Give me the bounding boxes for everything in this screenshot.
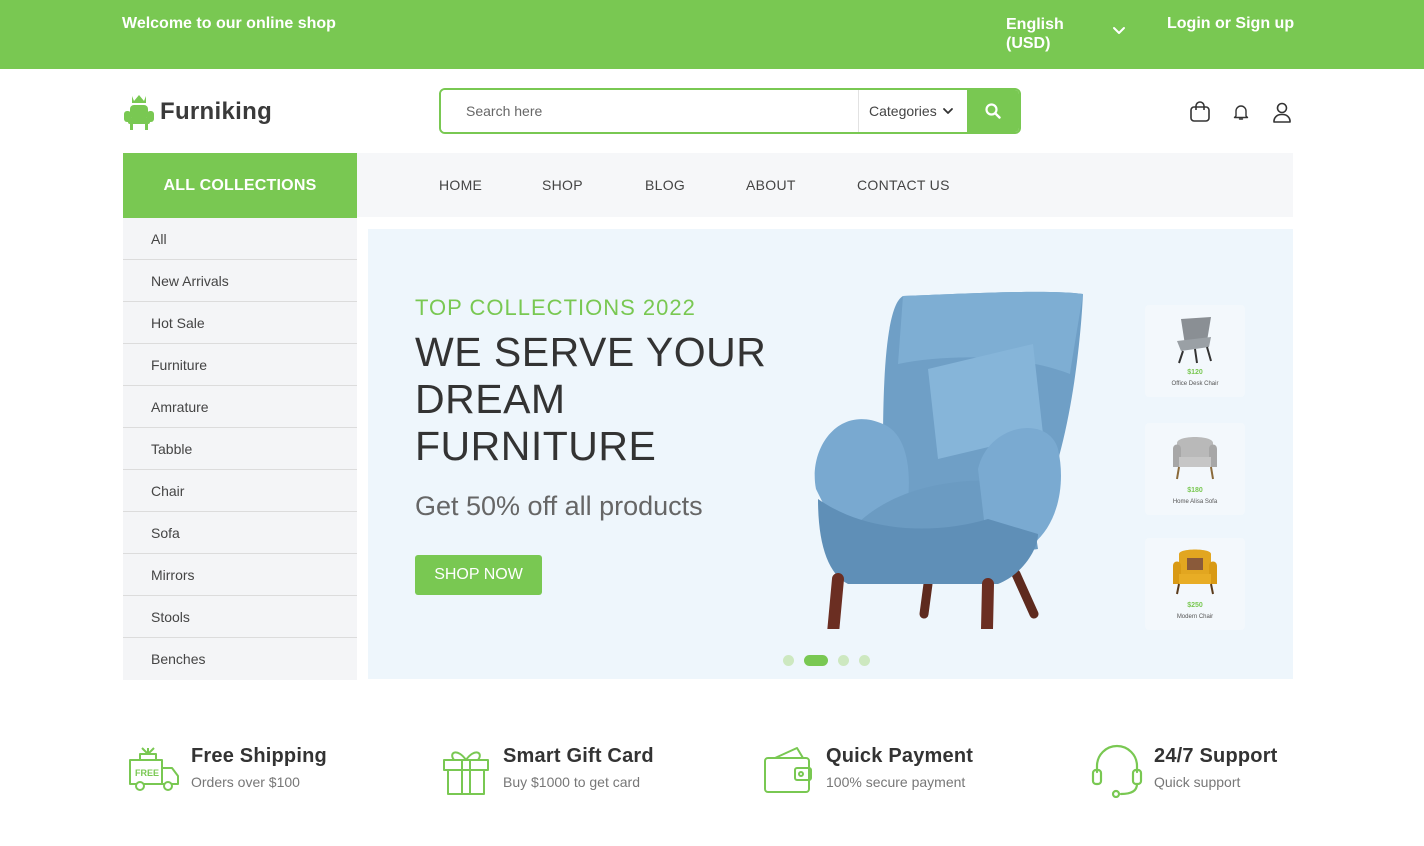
account-button[interactable]: [1268, 98, 1296, 126]
search-button[interactable]: [967, 90, 1019, 132]
product-thumb-modern-chair[interactable]: $250 Modern Chair: [1145, 538, 1245, 630]
feature-24-7-support: 24/7 Support Quick support: [1089, 742, 1278, 798]
product-name: Modern Chair: [1176, 614, 1214, 620]
sidebar-item-new-arrivals[interactable]: New Arrivals: [123, 260, 357, 302]
sidebar-item-all[interactable]: All: [123, 218, 357, 260]
sidebar-item-hot-sale[interactable]: Hot Sale: [123, 302, 357, 344]
notifications-button[interactable]: [1227, 98, 1255, 126]
blue-armchair-image: [814, 291, 1083, 629]
nav-about[interactable]: ABOUT: [746, 177, 796, 193]
collections-sidebar: ALL COLLECTIONS All New Arrivals Hot Sal…: [123, 153, 357, 680]
nav-home[interactable]: HOME: [439, 177, 482, 193]
language-currency-selector[interactable]: English (USD): [1006, 15, 1096, 53]
gift-box-icon: [443, 751, 489, 795]
header-actions: [1186, 98, 1296, 126]
nav-contact-us[interactable]: CONTACT US: [857, 177, 950, 193]
bell-icon: [1233, 105, 1249, 120]
grey-lounge-chair-image: [1177, 317, 1212, 364]
hero-title: WE SERVE YOUR DREAM FURNITURE: [415, 329, 767, 469]
sidebar-item-furniture[interactable]: Furniture: [123, 344, 357, 386]
free-delivery-truck-icon: FREE: [129, 747, 179, 791]
feature-subtitle: Orders over $100: [191, 774, 300, 790]
nav-blog[interactable]: BLOG: [645, 177, 685, 193]
feature-free-shipping: FREE Free Shipping Orders over $100: [126, 742, 327, 798]
slider-pagination: [783, 655, 880, 666]
hero-tagline: TOP COLLECTIONS 2022: [415, 295, 696, 320]
search-input[interactable]: [441, 90, 858, 132]
search-bar: Categories: [439, 88, 1021, 134]
sidebar-item-tabble[interactable]: Tabble: [123, 428, 357, 470]
product-name: Home Alisa Sofa: [1172, 499, 1218, 505]
shop-now-button[interactable]: SHOP NOW: [415, 555, 542, 595]
chevron-down-icon: [942, 108, 953, 114]
armchair-crown-logo-icon: [124, 95, 154, 130]
product-name: Office Desk Chair: [1171, 381, 1219, 387]
feature-subtitle: 100% secure payment: [826, 774, 966, 790]
slide-dot-2[interactable]: [804, 655, 828, 666]
collections-list: All New Arrivals Hot Sale Furniture Amra…: [123, 218, 357, 680]
product-thumb-office-desk-chair[interactable]: $120 Office Desk Chair: [1145, 305, 1245, 397]
categories-label: Categories: [869, 103, 937, 119]
brand-name: Furniking: [160, 98, 273, 125]
sidebar-item-sofa[interactable]: Sofa: [123, 512, 357, 554]
search-icon: [985, 103, 1001, 119]
sidebar-item-stools[interactable]: Stools: [123, 596, 357, 638]
product-price: $120: [1187, 369, 1203, 376]
svg-text:FREE: FREE: [135, 768, 159, 778]
product-thumb-home-alisa-sofa[interactable]: $180 Home Alisa Sofa: [1145, 423, 1245, 515]
top-bar: Welcome to our online shop English (USD)…: [0, 0, 1424, 69]
brand-logo[interactable]: Furniking: [122, 92, 272, 132]
shopping-bag-icon: [1190, 101, 1210, 122]
grey-armchair-image: [1173, 437, 1217, 480]
slide-dot-4[interactable]: [859, 655, 870, 666]
sidebar-item-amrature[interactable]: Amrature: [123, 386, 357, 428]
hero-subtitle: Get 50% off all products: [415, 491, 703, 521]
categories-dropdown[interactable]: Categories: [858, 90, 967, 132]
nav-shop[interactable]: SHOP: [542, 177, 583, 193]
yellow-armchair-image: [1173, 549, 1217, 595]
feature-subtitle: Buy $1000 to get card: [503, 774, 640, 790]
sidebar-item-benches[interactable]: Benches: [123, 638, 357, 680]
sidebar-item-mirrors[interactable]: Mirrors: [123, 554, 357, 596]
sidebar-item-chair[interactable]: Chair: [123, 470, 357, 512]
cart-button[interactable]: [1186, 98, 1214, 126]
headset-support-icon: [1091, 744, 1143, 798]
chevron-down-icon[interactable]: [1110, 22, 1128, 40]
product-price: $250: [1187, 602, 1203, 609]
feature-title: Quick Payment: [826, 745, 974, 767]
product-price: $180: [1187, 487, 1203, 494]
slide-dot-1[interactable]: [783, 655, 794, 666]
feature-quick-payment: Quick Payment 100% secure payment: [761, 742, 973, 798]
user-icon: [1273, 102, 1291, 123]
feature-smart-gift-card: Smart Gift Card Buy $1000 to get card: [438, 742, 654, 798]
login-signup-link[interactable]: Login or Sign up: [1167, 15, 1294, 33]
hero-banner: TOP COLLECTIONS 2022 WE SERVE YOUR DREAM…: [368, 229, 1293, 679]
feature-title: Smart Gift Card: [503, 745, 654, 767]
feature-title: 24/7 Support: [1154, 745, 1278, 767]
sidebar-title[interactable]: ALL COLLECTIONS: [123, 153, 357, 218]
feature-title: Free Shipping: [191, 745, 327, 767]
wallet-icon: [764, 747, 812, 793]
main-nav: HOME SHOP BLOG ABOUT CONTACT US: [357, 153, 1293, 217]
feature-subtitle: Quick support: [1154, 774, 1241, 790]
slide-dot-3[interactable]: [838, 655, 849, 666]
welcome-text: Welcome to our online shop: [122, 15, 336, 32]
